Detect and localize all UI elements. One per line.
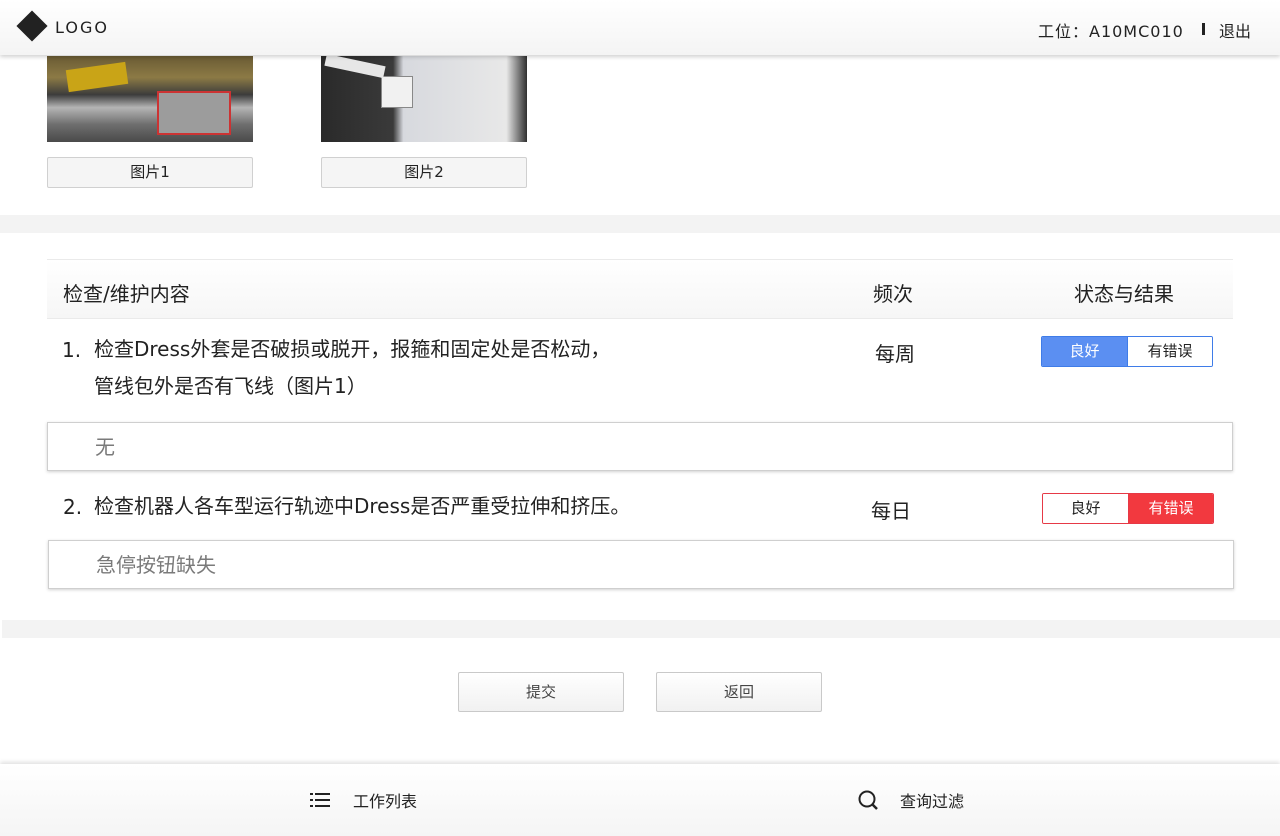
section-divider (2, 620, 1280, 638)
item-number: 1. (62, 338, 82, 362)
query-filter-label: 查询过滤 (900, 792, 965, 811)
item-number: 2. (63, 495, 83, 519)
back-button[interactable]: 返回 (656, 672, 822, 712)
header-status: 状态与结果 (1074, 282, 1174, 306)
list-icon (310, 792, 332, 808)
status-toggle: 良好 有错误 (1042, 493, 1214, 524)
work-list-label: 工作列表 (353, 792, 418, 811)
item-description-line: 检查Dress外套是否破损或脱开，报箍和固定处是否松动， (94, 337, 611, 361)
item-description-line: 检查机器人各车型运行轨迹中Dress是否严重受拉伸和挤压。 (94, 494, 631, 518)
nav-work-list[interactable]: 工作列表 (310, 764, 417, 836)
image-card-1: 图片1 (47, 56, 253, 188)
remark-field[interactable]: 急停按钮缺失 (48, 540, 1234, 589)
error-option[interactable]: 有错误 (1127, 337, 1212, 366)
logo-icon (16, 10, 48, 42)
station-label: 工位：A10MC010 (1038, 22, 1184, 41)
remark-field[interactable]: 无 (47, 422, 1233, 471)
image-thumbnail-1[interactable] (47, 56, 253, 142)
item-description: 检查Dress外套是否破损或脱开，报箍和固定处是否松动， 管线包外是否有飞线（图… (94, 331, 610, 405)
item-description: 检查机器人各车型运行轨迹中Dress是否严重受拉伸和挤压。 (94, 488, 630, 525)
image-button-2[interactable]: 图片2 (321, 157, 527, 188)
image-thumbnail-2[interactable] (321, 56, 527, 142)
header-frequency: 频次 (873, 282, 913, 306)
good-option[interactable]: 良好 (1043, 494, 1128, 523)
image-card-2: 图片2 (321, 56, 527, 188)
item-description-line: 管线包外是否有飞线（图片1） (94, 374, 367, 398)
bottom-nav: 工作列表 查询过滤 (0, 764, 1280, 836)
logo-text: LOGO (55, 18, 109, 37)
error-option[interactable]: 有错误 (1128, 494, 1213, 523)
section-divider (0, 215, 1280, 233)
image-button-1[interactable]: 图片1 (47, 157, 253, 188)
search-icon (857, 789, 879, 811)
logout-link[interactable]: 退出 (1219, 18, 1251, 42)
table-header: 检查/维护内容 频次 状态与结果 (47, 259, 1233, 319)
status-toggle: 良好 有错误 (1041, 336, 1213, 367)
good-option[interactable]: 良好 (1042, 337, 1127, 366)
item-frequency: 每周 (875, 342, 915, 366)
nav-query-filter[interactable]: 查询过滤 (857, 764, 964, 836)
submit-button[interactable]: 提交 (458, 672, 624, 712)
item-frequency: 每日 (871, 499, 911, 523)
top-bar: LOGO 工位：A10MC010 退出 (0, 0, 1280, 55)
header-separator (1202, 23, 1205, 35)
header-content: 检查/维护内容 (63, 282, 190, 306)
